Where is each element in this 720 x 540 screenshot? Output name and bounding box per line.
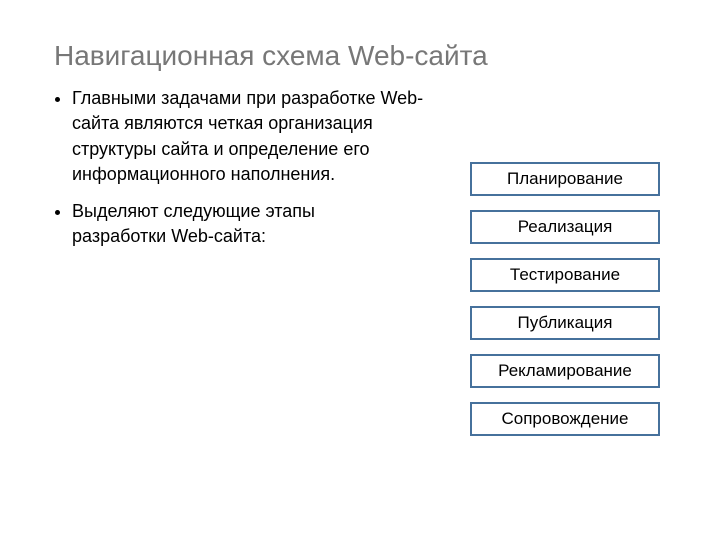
stage-label: Рекламирование [498,361,632,381]
stage-label: Тестирование [510,265,620,285]
slide-body: Главными задачами при разработке Web-сай… [50,86,670,450]
bullets-column: Главными задачами при разработке Web-сай… [50,86,460,450]
stage-label: Планирование [507,169,623,189]
stage-box-testing: Тестирование [470,258,660,292]
stage-label: Публикация [517,313,612,333]
slide-title: Навигационная схема Web-сайта [54,40,670,72]
stage-box-realization: Реализация [470,210,660,244]
bullet-item: Выделяют следующие этапы разработки Web-… [72,199,372,249]
bullet-list: Главными задачами при разработке Web-сай… [50,86,452,249]
stage-label: Реализация [518,217,613,237]
stages-column: Планирование Реализация Тестирование Пуб… [460,86,670,450]
bullet-item: Главными задачами при разработке Web-сай… [72,86,452,187]
slide: Навигационная схема Web-сайта Главными з… [0,0,720,540]
stage-box-planning: Планирование [470,162,660,196]
stage-box-promotion: Рекламирование [470,354,660,388]
stage-box-support: Сопровождение [470,402,660,436]
stage-label: Сопровождение [501,409,628,429]
stage-box-publication: Публикация [470,306,660,340]
